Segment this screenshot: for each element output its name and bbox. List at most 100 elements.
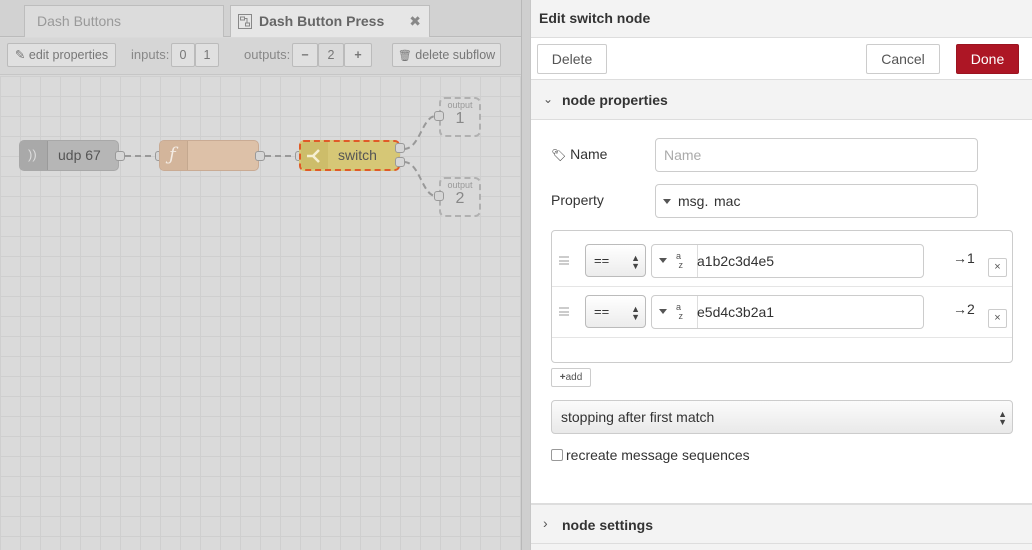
output-number: 2	[455, 190, 465, 207]
select-arrows-icon: ▲ ▼	[631, 304, 640, 322]
rule-operator-select[interactable]: == ▲ ▼	[585, 244, 646, 277]
outputs-decrement-button[interactable]: −	[292, 43, 318, 67]
node-properties-header[interactable]: ⌄ node properties	[531, 80, 1032, 120]
switch-node-icon-area	[301, 142, 328, 169]
workspace: Dash Buttons Dash Button Press ✖ ✎ edit …	[0, 0, 521, 550]
function-output-port[interactable]	[255, 151, 265, 161]
name-label-row: 🏷 Name	[551, 146, 607, 162]
close-tab-icon[interactable]: ✖	[409, 6, 421, 36]
checking-mode-select[interactable]: stopping after first match ▲ ▼	[551, 400, 1013, 434]
rule-row: == ▲ ▼ a z a1b2c3d4e5 →1 ×	[552, 237, 1012, 287]
property-label: Property	[551, 192, 604, 208]
rule-operator: ==	[594, 253, 610, 268]
delete-button[interactable]: Delete	[537, 44, 607, 74]
cancel-button[interactable]: Cancel	[866, 44, 940, 74]
switch-node[interactable]: switch	[299, 140, 400, 171]
rule-value-input[interactable]: a z a1b2c3d4e5	[651, 244, 924, 278]
udp-node[interactable]: )) udp 67	[19, 140, 119, 171]
trash-icon: 🗑	[397, 50, 412, 62]
outputs-count: 2	[318, 43, 344, 67]
tab-dash-button-press[interactable]: Dash Button Press ✖	[230, 5, 430, 37]
recreate-sequences-option[interactable]: recreate message sequences	[551, 447, 750, 463]
rule-value-input[interactable]: a z e5d4c3b2a1	[651, 295, 924, 329]
function-node[interactable]: ƒ	[159, 140, 259, 171]
node-settings-label: node settings	[562, 517, 654, 533]
rule-type-dropdown[interactable]: a z	[652, 245, 698, 277]
udp-output-port[interactable]	[115, 151, 125, 161]
tab-label: Dash Button Press	[259, 13, 385, 29]
subflow-output-2[interactable]: output 2	[439, 177, 481, 217]
panel-title: Edit switch node	[539, 10, 651, 26]
subflow-icon	[238, 14, 252, 29]
inputs-1-button[interactable]: 1	[195, 43, 219, 67]
function-icon: ƒ	[169, 144, 176, 165]
switch-output-port-1[interactable]	[395, 143, 405, 153]
add-rule-button[interactable]: +add	[551, 368, 591, 387]
remove-rule-icon[interactable]: ×	[988, 309, 1007, 328]
property-value: mac	[714, 193, 741, 209]
drag-handle-icon[interactable]	[559, 307, 569, 316]
select-arrows-icon: ▲ ▼	[631, 253, 640, 271]
name-input[interactable]: Name	[655, 138, 978, 172]
type-dropdown-caret-icon[interactable]	[663, 199, 671, 204]
workspace-tabs: Dash Buttons Dash Button Press ✖	[0, 0, 521, 37]
rule-operator: ==	[594, 304, 610, 319]
remove-rule-icon[interactable]: ×	[988, 258, 1007, 277]
rule-row: == ▲ ▼ a z e5d4c3b2a1 →2 ×	[552, 288, 1012, 338]
chevron-right-icon: ›	[543, 515, 548, 531]
property-input[interactable]: msg. mac	[655, 184, 978, 218]
inputs-label: inputs:	[131, 47, 170, 62]
node-properties-label: node properties	[562, 92, 668, 108]
node-properties-section: 🏷 Name Name Property msg. mac == ▲ ▼ a z…	[531, 120, 1032, 504]
recreate-sequences-checkbox[interactable]	[551, 449, 563, 461]
add-rule-label: add	[565, 372, 583, 383]
delete-subflow-label: delete subflow	[415, 48, 496, 62]
output-number: 1	[455, 110, 465, 127]
pencil-icon: ✎	[14, 48, 26, 62]
select-arrows-icon: ▲ ▼	[998, 409, 1007, 427]
udp-node-label: udp 67	[58, 147, 101, 163]
panel-resize-handle[interactable]	[521, 0, 531, 550]
output-2-input-port[interactable]	[434, 191, 444, 201]
string-type-icon: a z	[676, 251, 684, 270]
wire-switch-to-output-1	[403, 115, 437, 150]
chevron-down-icon: ⌄	[543, 92, 554, 106]
done-button[interactable]: Done	[956, 44, 1019, 74]
panel-toolbar: Delete Cancel Done	[531, 37, 1032, 80]
inputs-0-button[interactable]: 0	[171, 43, 195, 67]
edit-properties-button[interactable]: ✎ edit properties	[7, 43, 116, 67]
switch-output-port-2[interactable]	[395, 157, 405, 167]
tab-dash-buttons[interactable]: Dash Buttons	[24, 5, 224, 37]
output-caption: output	[447, 100, 473, 110]
drag-handle-icon[interactable]	[559, 256, 569, 265]
signal-icon: ))	[28, 147, 37, 162]
outputs-increment-button[interactable]: +	[344, 43, 372, 67]
output-1-input-port[interactable]	[434, 111, 444, 121]
property-prefix: msg.	[678, 193, 709, 209]
caret-down-icon	[659, 309, 667, 314]
subflow-output-1[interactable]: output 1	[439, 97, 481, 137]
flow-canvas[interactable]: )) udp 67 ƒ switch output 1 output 2	[0, 76, 521, 550]
rule-output: →2	[953, 301, 975, 317]
function-node-icon-area: ƒ	[160, 141, 188, 170]
rule-operator-select[interactable]: == ▲ ▼	[585, 295, 646, 328]
name-label: Name	[570, 146, 608, 162]
node-settings-header[interactable]: › node settings	[531, 504, 1032, 544]
delete-subflow-button[interactable]: 🗑 delete subflow	[392, 43, 501, 67]
name-placeholder: Name	[664, 147, 702, 163]
switch-icon	[307, 149, 320, 163]
subflow-toolbar: ✎ edit properties inputs: 0 1 outputs: −…	[0, 38, 521, 75]
edit-node-panel: Edit switch node Delete Cancel Done ⌄ no…	[531, 0, 1032, 550]
rule-output: →1	[953, 250, 975, 266]
rule-value: e5d4c3b2a1	[697, 304, 775, 320]
string-type-icon: a z	[676, 302, 684, 321]
edit-properties-label: edit properties	[28, 48, 109, 62]
tag-icon: 🏷	[551, 148, 567, 162]
caret-down-icon	[659, 258, 667, 263]
checking-mode-value: stopping after first match	[561, 409, 715, 425]
rule-value: a1b2c3d4e5	[697, 253, 775, 269]
udp-node-icon-area: ))	[20, 141, 48, 170]
tab-label: Dash Buttons	[37, 13, 122, 29]
rules-list: == ▲ ▼ a z a1b2c3d4e5 →1 × == ▲ ▼ a z e5…	[551, 230, 1013, 363]
rule-type-dropdown[interactable]: a z	[652, 296, 698, 328]
